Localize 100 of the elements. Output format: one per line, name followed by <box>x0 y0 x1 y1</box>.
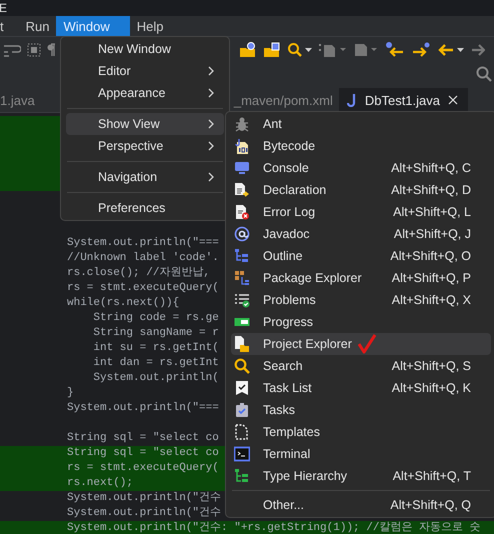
menu-item[interactable]: Appearance <box>66 82 224 104</box>
menu-item[interactable]: Outline Alt+Shift+Q, O <box>231 245 491 267</box>
menu-item[interactable]: Project Explorer <box>231 333 491 355</box>
menu-item[interactable]: t <box>0 16 11 36</box>
tree-icon <box>234 248 250 264</box>
code-line: String sangName = r <box>92 327 219 339</box>
code-line: rs = stmt.executeQuery( <box>67 282 219 294</box>
code-line: String sql = "select co <box>67 432 219 444</box>
code-line: System.out.println("건수: "+rs.getString(1)); //칼럼은 자동으로 숫 <box>67 522 481 534</box>
menu-item[interactable]: Preferences <box>66 197 224 219</box>
document-icon[interactable] <box>319 42 347 58</box>
caret-icon <box>208 66 214 76</box>
shortcut-text: Alt+Shift+Q, X <box>392 293 471 307</box>
shortcut-text: Alt+Shift+Q, J <box>394 227 471 241</box>
document-error-icon <box>234 204 250 220</box>
code-line: //Unknown label 'code'. <box>67 252 219 264</box>
monitor-icon <box>234 160 250 176</box>
code-line: System.out.println("건수 <box>67 507 222 519</box>
bug-icon <box>234 116 250 132</box>
menu-item[interactable]: Help <box>130 16 170 36</box>
menu-item[interactable]: Tasks <box>231 399 491 421</box>
shortcut-text: Alt+Shift+Q, P <box>392 271 471 285</box>
code-line: int dan = rs.getInt <box>92 357 219 369</box>
document-icon[interactable] <box>353 42 379 58</box>
code-line: rs.close(); //자원반납, <box>67 267 210 279</box>
code-line: rs.next(); <box>67 477 134 489</box>
code-line: System.out.println("건수 <box>67 492 222 504</box>
menu-item[interactable]: Console Alt+Shift+Q, C <box>231 157 491 179</box>
search-icon[interactable] <box>476 66 492 82</box>
package-tree-icon <box>234 270 250 286</box>
menu-item[interactable]: Templates <box>231 421 491 443</box>
menu-item[interactable]: Problems Alt+Shift+Q, X <box>231 289 491 311</box>
menu-item[interactable]: Ant <box>231 113 491 135</box>
search-icon <box>234 358 250 374</box>
menu-item[interactable]: Show View <box>66 113 224 135</box>
shortcut-text: Alt+Shift+Q, S <box>392 359 471 373</box>
forward-arrow-icon[interactable] <box>411 42 431 58</box>
forward-arrow-icon[interactable] <box>471 42 485 58</box>
menu-item[interactable]: Other... Alt+Shift+Q, Q <box>231 494 491 516</box>
code-line: System.out.println("=== <box>67 402 219 414</box>
menu-item[interactable]: Run <box>18 16 56 36</box>
menu-item[interactable]: Bytecode <box>231 135 491 157</box>
shortcut-text: Alt+Shift+Q, L <box>393 205 471 219</box>
shortcut-text: Alt+Shift+Q, T <box>392 469 471 483</box>
back-arrow-icon[interactable] <box>437 42 465 58</box>
menu-item[interactable]: Perspective <box>66 135 224 157</box>
caret-icon <box>208 141 214 151</box>
code-line: int su = rs.getInt( <box>92 342 219 354</box>
menu-item[interactable]: Package Explorer Alt+Shift+Q, P <box>231 267 491 289</box>
word-wrap-icon[interactable] <box>3 42 21 56</box>
document-arrow-icon <box>234 182 250 198</box>
dashed-document-icon <box>234 424 250 440</box>
shortcut-text: Alt+Shift+Q, K <box>392 381 471 395</box>
editor-tab[interactable]: _maven/pom.xml <box>234 88 333 112</box>
clipboard-check-icon <box>234 402 250 418</box>
folder-icon[interactable] <box>239 42 257 58</box>
menu-item[interactable]: Javadoc Alt+Shift+Q, J <box>231 223 491 245</box>
pilcrow-icon[interactable] <box>47 42 55 56</box>
back-arrow-icon[interactable] <box>385 42 405 58</box>
menu-item[interactable]: Type Hierarchy Alt+Shift+Q, T <box>231 465 491 487</box>
window-title: E <box>0 1 8 15</box>
java-file-icon <box>346 93 357 107</box>
binary-file-icon <box>234 138 250 154</box>
code-line: } <box>67 387 74 399</box>
code-line: String code = rs.ge <box>92 312 219 324</box>
editor-tab[interactable]: DbTest1.java <box>338 88 468 112</box>
document-folder-icon <box>234 336 250 352</box>
bookmark-check-icon <box>234 380 250 396</box>
shortcut-text: Alt+Shift+Q, Q <box>390 498 471 512</box>
folder-icon[interactable] <box>263 42 281 58</box>
caret-icon <box>208 88 214 98</box>
menu-item[interactable]: Window <box>56 16 130 36</box>
menu-item[interactable]: Progress <box>231 311 491 333</box>
list-check-icon <box>234 292 250 308</box>
close-icon[interactable] <box>448 95 458 105</box>
code-line: System.out.println( <box>92 372 219 384</box>
menu-item[interactable]: Navigation <box>66 166 224 188</box>
menu-item[interactable]: Search Alt+Shift+Q, S <box>231 355 491 377</box>
code-line: String sql = "select co <box>67 447 219 459</box>
menu-item[interactable]: Error Log Alt+Shift+Q, L <box>231 201 491 223</box>
check-mark-icon <box>358 334 376 354</box>
at-sign-icon <box>234 226 250 242</box>
search-icon[interactable] <box>287 42 313 58</box>
editor-tab[interactable]: 1.java <box>0 88 49 112</box>
caret-icon <box>208 172 214 182</box>
menu-item[interactable]: Task List Alt+Shift+Q, K <box>231 377 491 399</box>
menu-item[interactable]: Declaration Alt+Shift+Q, D <box>231 179 491 201</box>
shortcut-text: Alt+Shift+Q, C <box>391 161 471 175</box>
block-selection-icon[interactable] <box>27 42 41 56</box>
menu-item[interactable]: Editor <box>66 60 224 82</box>
code-line: System.out.println("=== <box>67 237 219 249</box>
hierarchy-icon <box>234 468 250 484</box>
caret-icon <box>208 119 214 129</box>
shortcut-text: Alt+Shift+Q, D <box>391 183 471 197</box>
menu-item[interactable]: New Window <box>66 38 224 60</box>
menu-item[interactable]: Terminal <box>231 443 491 465</box>
code-line: rs = stmt.executeQuery( <box>67 462 219 474</box>
code-line: while(rs.next()){ <box>67 297 180 309</box>
terminal-icon <box>234 446 250 462</box>
shortcut-text: Alt+Shift+Q, O <box>390 249 471 263</box>
